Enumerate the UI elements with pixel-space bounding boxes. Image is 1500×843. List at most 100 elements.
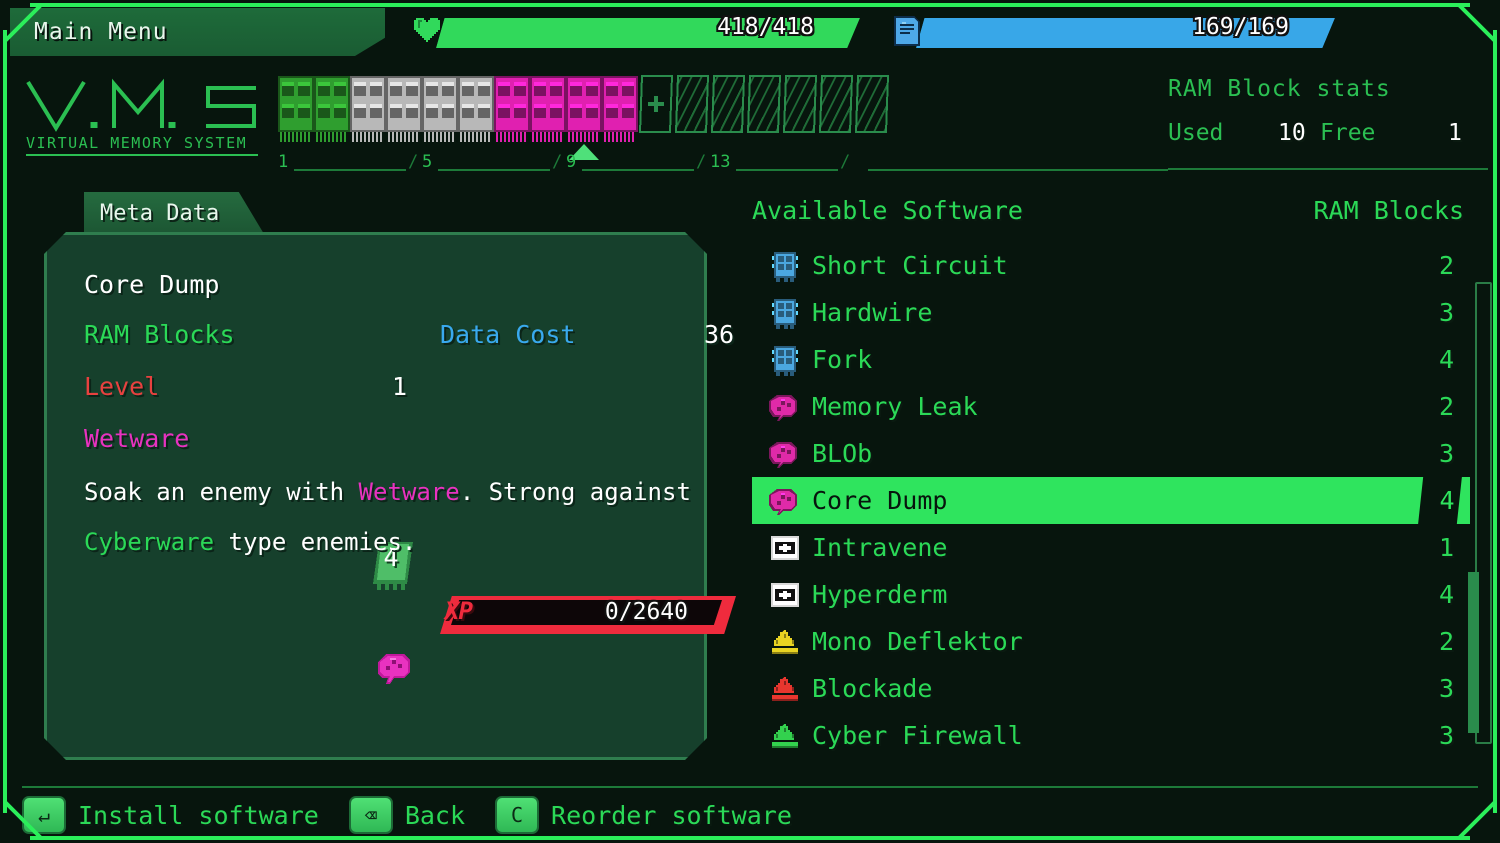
software-blocks-value: 1 <box>1438 533 1454 562</box>
software-list-item[interactable]: Blockade 3 <box>752 665 1470 712</box>
main-menu-tab[interactable]: Main Menu <box>10 8 385 56</box>
xp-value: 0/2640 <box>604 599 688 625</box>
footer-divider <box>22 786 1478 788</box>
desc-part-3: type enemies. <box>214 528 417 556</box>
data-cost-label: Data Cost <box>440 320 576 349</box>
ram-slot-number: 5 <box>422 152 433 172</box>
software-list-item[interactable]: Hardwire 3 <box>752 289 1470 336</box>
software-name-label: BLOb <box>812 439 873 468</box>
ram-stats-title: RAM Block stats <box>1168 76 1391 102</box>
software-name-label: Intravene <box>812 533 948 562</box>
desc-part-2: . Strong against <box>459 478 691 506</box>
software-list-item[interactable]: Core Dump 4 <box>752 476 1470 525</box>
ram-empty-slot <box>710 72 746 144</box>
ram-add-slot[interactable] <box>638 72 674 144</box>
footer-action-label: Back <box>404 800 466 830</box>
software-list-item[interactable]: BLOb 3 <box>752 430 1470 477</box>
software-blocks-value: 3 <box>1438 298 1454 327</box>
software-name-label: Fork <box>812 345 873 374</box>
ram-slot-separator: / <box>840 152 851 172</box>
chip-icon <box>764 344 806 376</box>
ram-empty-slot <box>818 72 854 144</box>
brain-icon <box>764 485 806 517</box>
ram-slot-strip[interactable] <box>278 72 1158 160</box>
software-name-label: Hyperderm <box>812 580 948 609</box>
shield-icon <box>764 720 806 752</box>
software-name: Core Dump <box>84 270 220 299</box>
software-blocks-value: 2 <box>1438 392 1454 421</box>
ram-blocks-header: RAM Blocks <box>1313 196 1464 225</box>
desc-part-1: Soak an enemy with <box>84 478 359 506</box>
vms-subtitle: VIRTUAL MEMORY SYSTEM <box>26 134 247 152</box>
ram-stick[interactable] <box>314 72 350 144</box>
brain-icon <box>764 438 806 470</box>
software-list-item[interactable]: Mono Deflektor 2 <box>752 618 1470 665</box>
ram-empty-slot <box>854 72 890 144</box>
ram-slot-rail <box>438 169 550 171</box>
software-name-label: Short Circuit <box>812 251 1008 280</box>
ram-slot-rail <box>294 169 406 171</box>
ram-slot-separator: / <box>552 152 563 172</box>
ram-slot-number: 1 <box>278 152 289 172</box>
level-label: Level <box>84 372 160 401</box>
ram-stick[interactable] <box>530 72 566 144</box>
ram-block-stats: RAM Block stats Used 10 Free 1 <box>1168 76 1488 166</box>
ram-stick[interactable] <box>566 72 602 144</box>
desc-cyberware: Cyberware <box>84 528 215 556</box>
software-list-item[interactable]: Short Circuit 2 <box>752 242 1470 289</box>
ram-slot-rail <box>868 169 1168 171</box>
data-bar: 169/169 <box>890 12 1335 52</box>
software-list-item[interactable]: Memory Leak 2 <box>752 383 1470 430</box>
enter-key[interactable]: ↵ <box>22 796 66 834</box>
ram-stick[interactable] <box>602 72 638 144</box>
software-list-scrollbar-thumb[interactable] <box>1468 572 1479 733</box>
heart-icon <box>410 14 444 50</box>
health-bar: 418/418 <box>410 12 860 52</box>
ram-slot-numbers: 1/5/9/13/ <box>278 152 1168 174</box>
software-name-label: Cyber Firewall <box>812 721 1023 750</box>
software-description-line1: Soak an enemy with Wetware. Strong again… <box>84 478 691 506</box>
software-list-item[interactable]: Hyperderm 4 <box>752 571 1470 618</box>
medkit-icon <box>764 579 806 611</box>
ram-slot-number: 9 <box>566 152 577 172</box>
brain-icon <box>764 391 806 423</box>
software-blocks-value: 4 <box>1438 580 1454 609</box>
ram-stick[interactable] <box>458 72 494 144</box>
ram-stick[interactable] <box>278 72 314 144</box>
data-disk-icon <box>890 14 924 52</box>
ram-empty-slot <box>674 72 710 144</box>
type-label: Wetware <box>84 424 190 453</box>
brain-icon <box>376 652 416 688</box>
ram-stick[interactable] <box>494 72 530 144</box>
ram-stick[interactable] <box>350 72 386 144</box>
software-list[interactable]: Short Circuit 2 Hardwire 3 Fork 4 Memory Leak 2… <box>752 242 1470 758</box>
top-status-bar: Main Menu 418/418 169/169 <box>0 0 1500 60</box>
footer-action-label: Install software <box>78 800 319 830</box>
ram-slot-separator: / <box>696 152 707 172</box>
ram-free-label: Free <box>1320 120 1376 146</box>
software-list-item[interactable]: Intravene 1 <box>752 524 1470 571</box>
footer-action-label: Reorder software <box>551 800 792 830</box>
software-name-label: Core Dump <box>812 486 948 515</box>
c-key[interactable]: C <box>495 796 540 834</box>
xp-bar: XP 0/2640 <box>440 596 736 634</box>
footer-action-bar: ↵ Install software ⌫ Back C Reorder software <box>22 793 822 837</box>
software-list-scrollbar-track[interactable] <box>1468 282 1492 744</box>
ram-stats-underline <box>1168 168 1488 170</box>
meta-data-tab[interactable]: Meta Data <box>84 192 264 234</box>
ram-stick[interactable] <box>386 72 422 144</box>
backspace-key[interactable]: ⌫ <box>348 796 393 834</box>
chip-icon <box>764 297 806 329</box>
ram-used-label: Used <box>1168 120 1224 146</box>
chip-icon <box>764 250 806 282</box>
ram-stick[interactable] <box>422 72 458 144</box>
software-blocks-value: 3 <box>1438 721 1454 750</box>
software-list-item[interactable]: Fork 4 <box>752 336 1470 383</box>
software-blocks-value: 3 <box>1438 674 1454 703</box>
ram-empty-slot <box>782 72 818 144</box>
medkit-icon <box>764 532 806 564</box>
software-list-item[interactable]: Cyber Firewall 3 <box>752 712 1470 759</box>
software-name-label: Memory Leak <box>812 392 978 421</box>
ram-slot-separator: / <box>408 152 419 172</box>
software-name-label: Blockade <box>812 674 933 703</box>
